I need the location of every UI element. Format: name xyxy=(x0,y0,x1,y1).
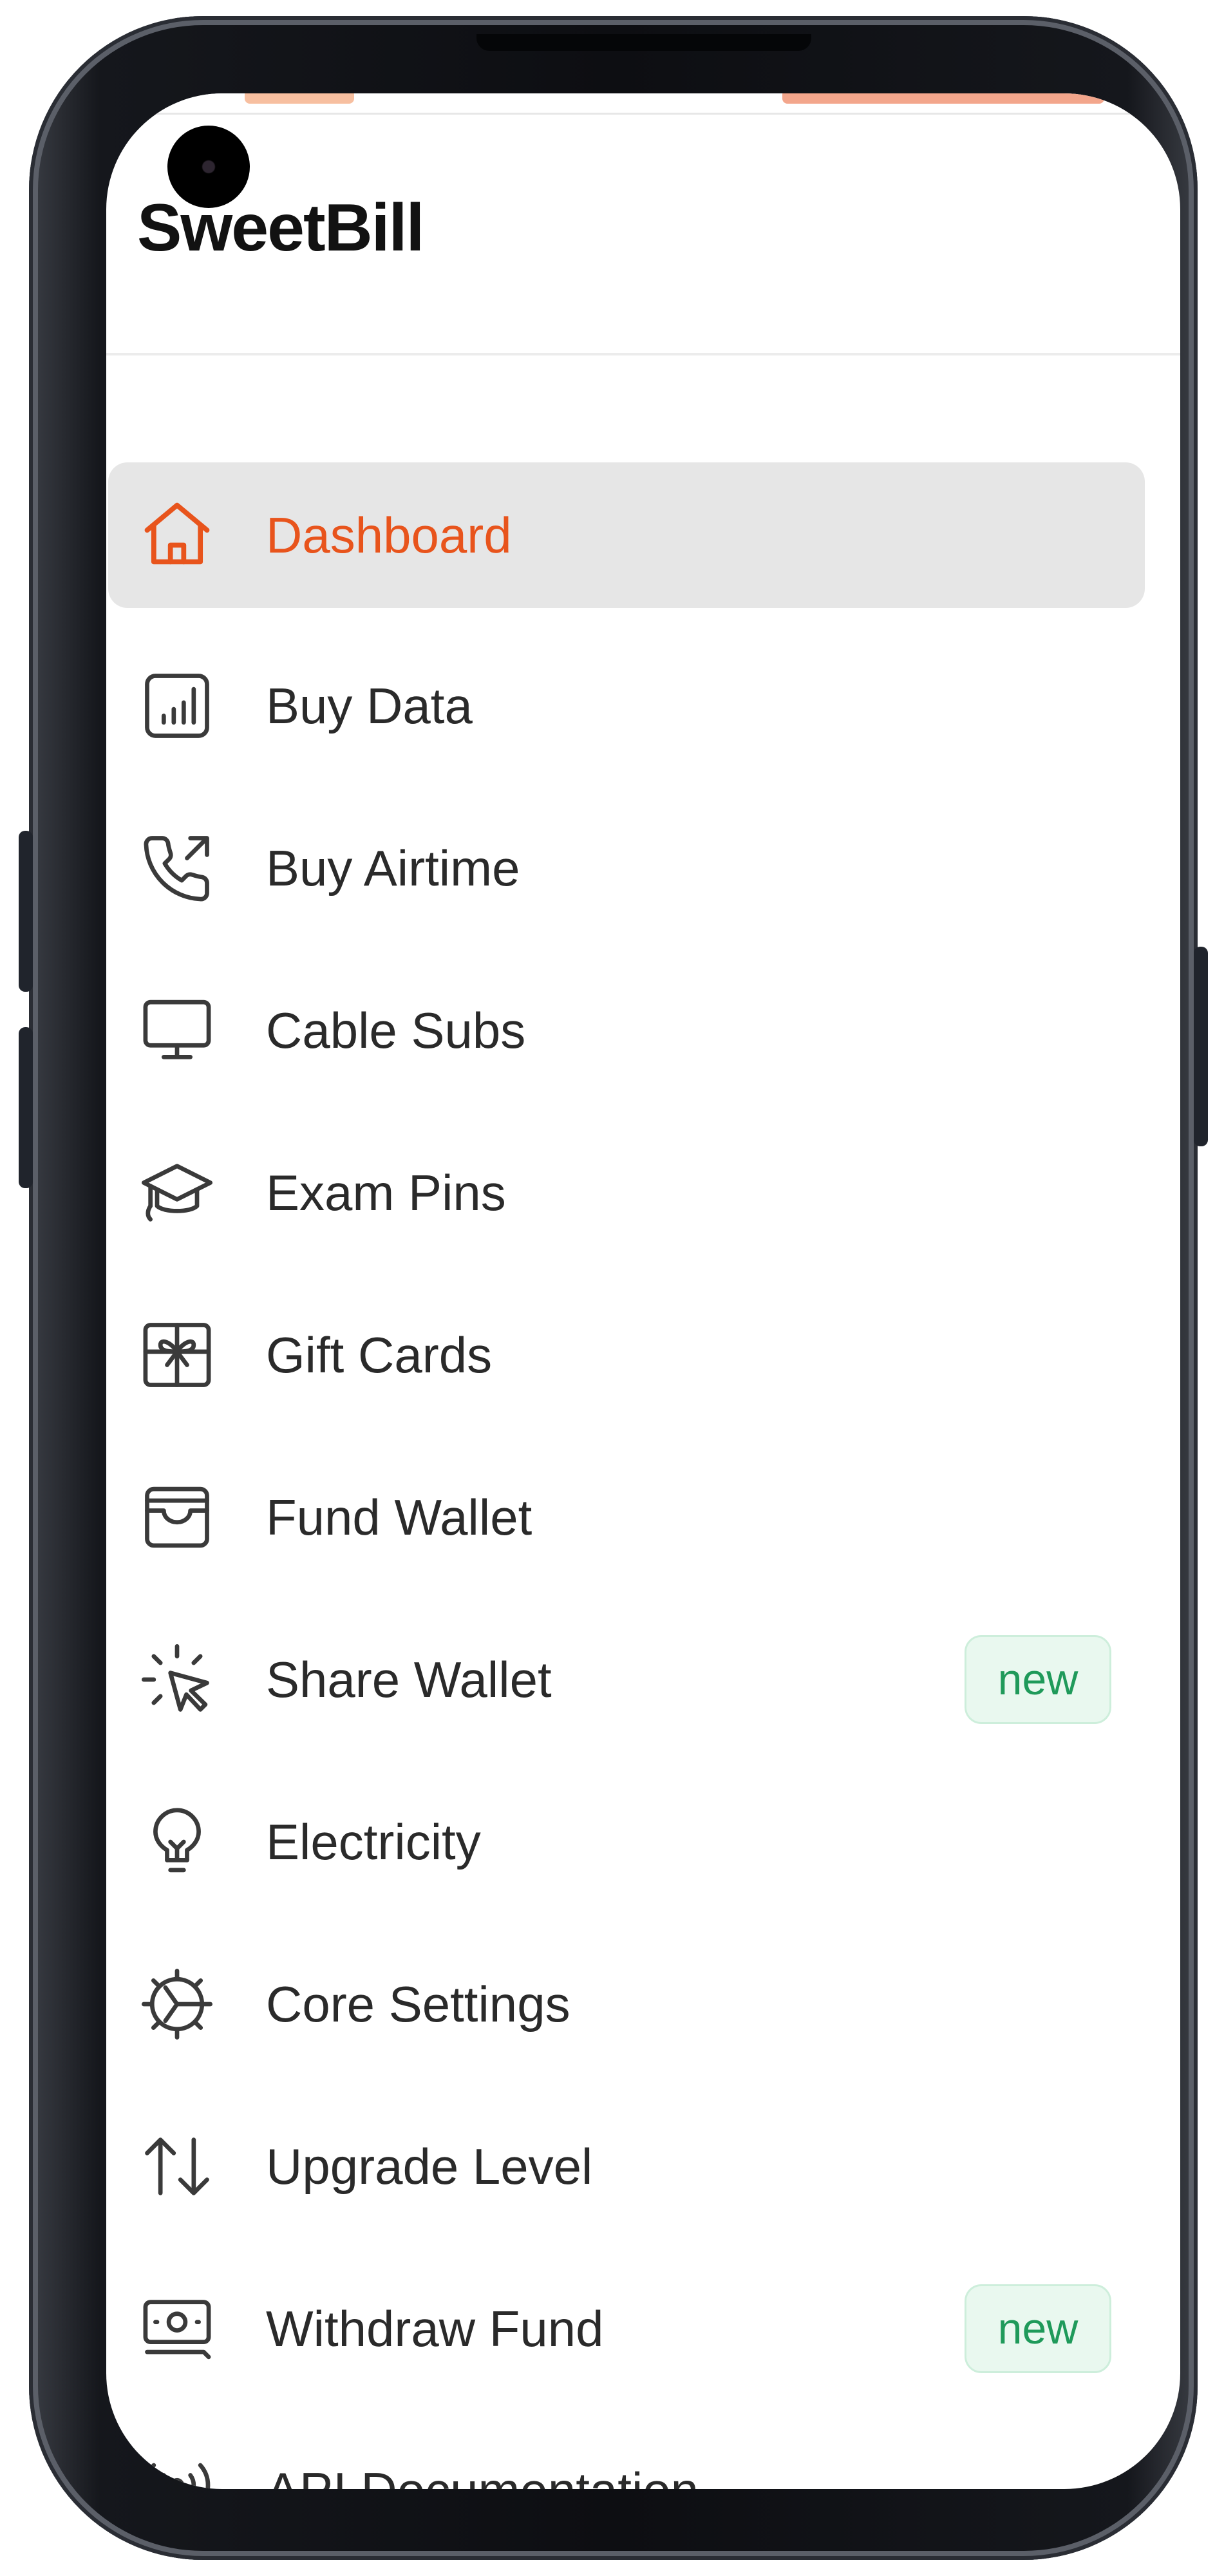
sidebar-item-buy-data[interactable]: Buy Data xyxy=(108,625,1145,787)
home-icon xyxy=(137,495,217,575)
sidebar-item-dashboard[interactable]: Dashboard xyxy=(108,462,1145,608)
sidebar-item-fund-wallet[interactable]: Fund Wallet xyxy=(108,1436,1145,1598)
sidebar-item-label: Exam Pins xyxy=(266,1164,506,1221)
volume-up-button xyxy=(19,831,33,992)
sidebar-item-label: Core Settings xyxy=(266,1975,570,2032)
sidebar-item-withdraw-fund[interactable]: Withdraw Fund new xyxy=(108,2248,1145,2410)
gear-icon xyxy=(137,1964,217,2044)
sidebar-item-label: Share Wallet xyxy=(266,1651,552,1708)
sidebar-item-cable-subs[interactable]: Cable Subs xyxy=(108,949,1145,1112)
sidebar-header: SweetBill xyxy=(106,93,1180,355)
sidebar-item-label: API Documentation xyxy=(266,2461,699,2489)
sidebar-item-label: Withdraw Fund xyxy=(266,2300,604,2357)
new-badge: new xyxy=(965,1635,1111,1724)
sidebar-item-exam-pins[interactable]: Exam Pins xyxy=(108,1112,1145,1274)
front-camera xyxy=(167,126,250,208)
cash-icon xyxy=(137,2289,217,2369)
app-logo-text: SweetBill xyxy=(137,191,424,265)
new-badge: new xyxy=(965,2284,1111,2373)
screen: SweetBill Dashboard Buy Data Buy Airtime… xyxy=(106,93,1180,2489)
sidebar-item-core-settings[interactable]: Core Settings xyxy=(108,1923,1145,2085)
sidebar-item-gift-cards[interactable]: Gift Cards xyxy=(108,1274,1145,1436)
graduation-cap-icon xyxy=(137,1153,217,1233)
phone-outgoing-icon xyxy=(137,828,217,908)
sidebar-item-label: Upgrade Level xyxy=(266,2137,593,2195)
sidebar-item-label: Gift Cards xyxy=(266,1326,493,1383)
earpiece-speaker xyxy=(476,34,811,51)
broadcast-icon xyxy=(137,2445,217,2489)
lightbulb-icon xyxy=(137,1802,217,1882)
sidebar-item-label: Fund Wallet xyxy=(266,1488,532,1546)
wallet-icon xyxy=(137,1477,217,1557)
power-button xyxy=(1194,947,1208,1146)
sidebar-item-share-wallet[interactable]: Share Wallet new xyxy=(108,1598,1145,1761)
cursor-click-icon xyxy=(137,1640,217,1719)
sidebar-item-label: Buy Data xyxy=(266,677,473,734)
sidebar-nav: Dashboard Buy Data Buy Airtime Cable Sub… xyxy=(106,462,1180,2489)
sidebar-item-label: Buy Airtime xyxy=(266,839,520,896)
phone-frame: SweetBill Dashboard Buy Data Buy Airtime… xyxy=(19,16,1208,2560)
sidebar-item-upgrade-level[interactable]: Upgrade Level xyxy=(108,2085,1145,2248)
sidebar-item-label: Cable Subs xyxy=(266,1001,526,1059)
arrows-up-down-icon xyxy=(137,2126,217,2206)
volume-down-button xyxy=(19,1027,33,1188)
signal-bars-icon xyxy=(137,666,217,746)
gift-icon xyxy=(137,1315,217,1395)
sidebar-item-api-documentation[interactable]: API Documentation xyxy=(108,2410,1145,2489)
sidebar-item-electricity[interactable]: Electricity xyxy=(108,1761,1145,1923)
sidebar-item-buy-airtime[interactable]: Buy Airtime xyxy=(108,787,1145,949)
monitor-icon xyxy=(137,990,217,1070)
sidebar-item-label: Electricity xyxy=(266,1813,481,1870)
sidebar-item-label: Dashboard xyxy=(266,506,512,564)
